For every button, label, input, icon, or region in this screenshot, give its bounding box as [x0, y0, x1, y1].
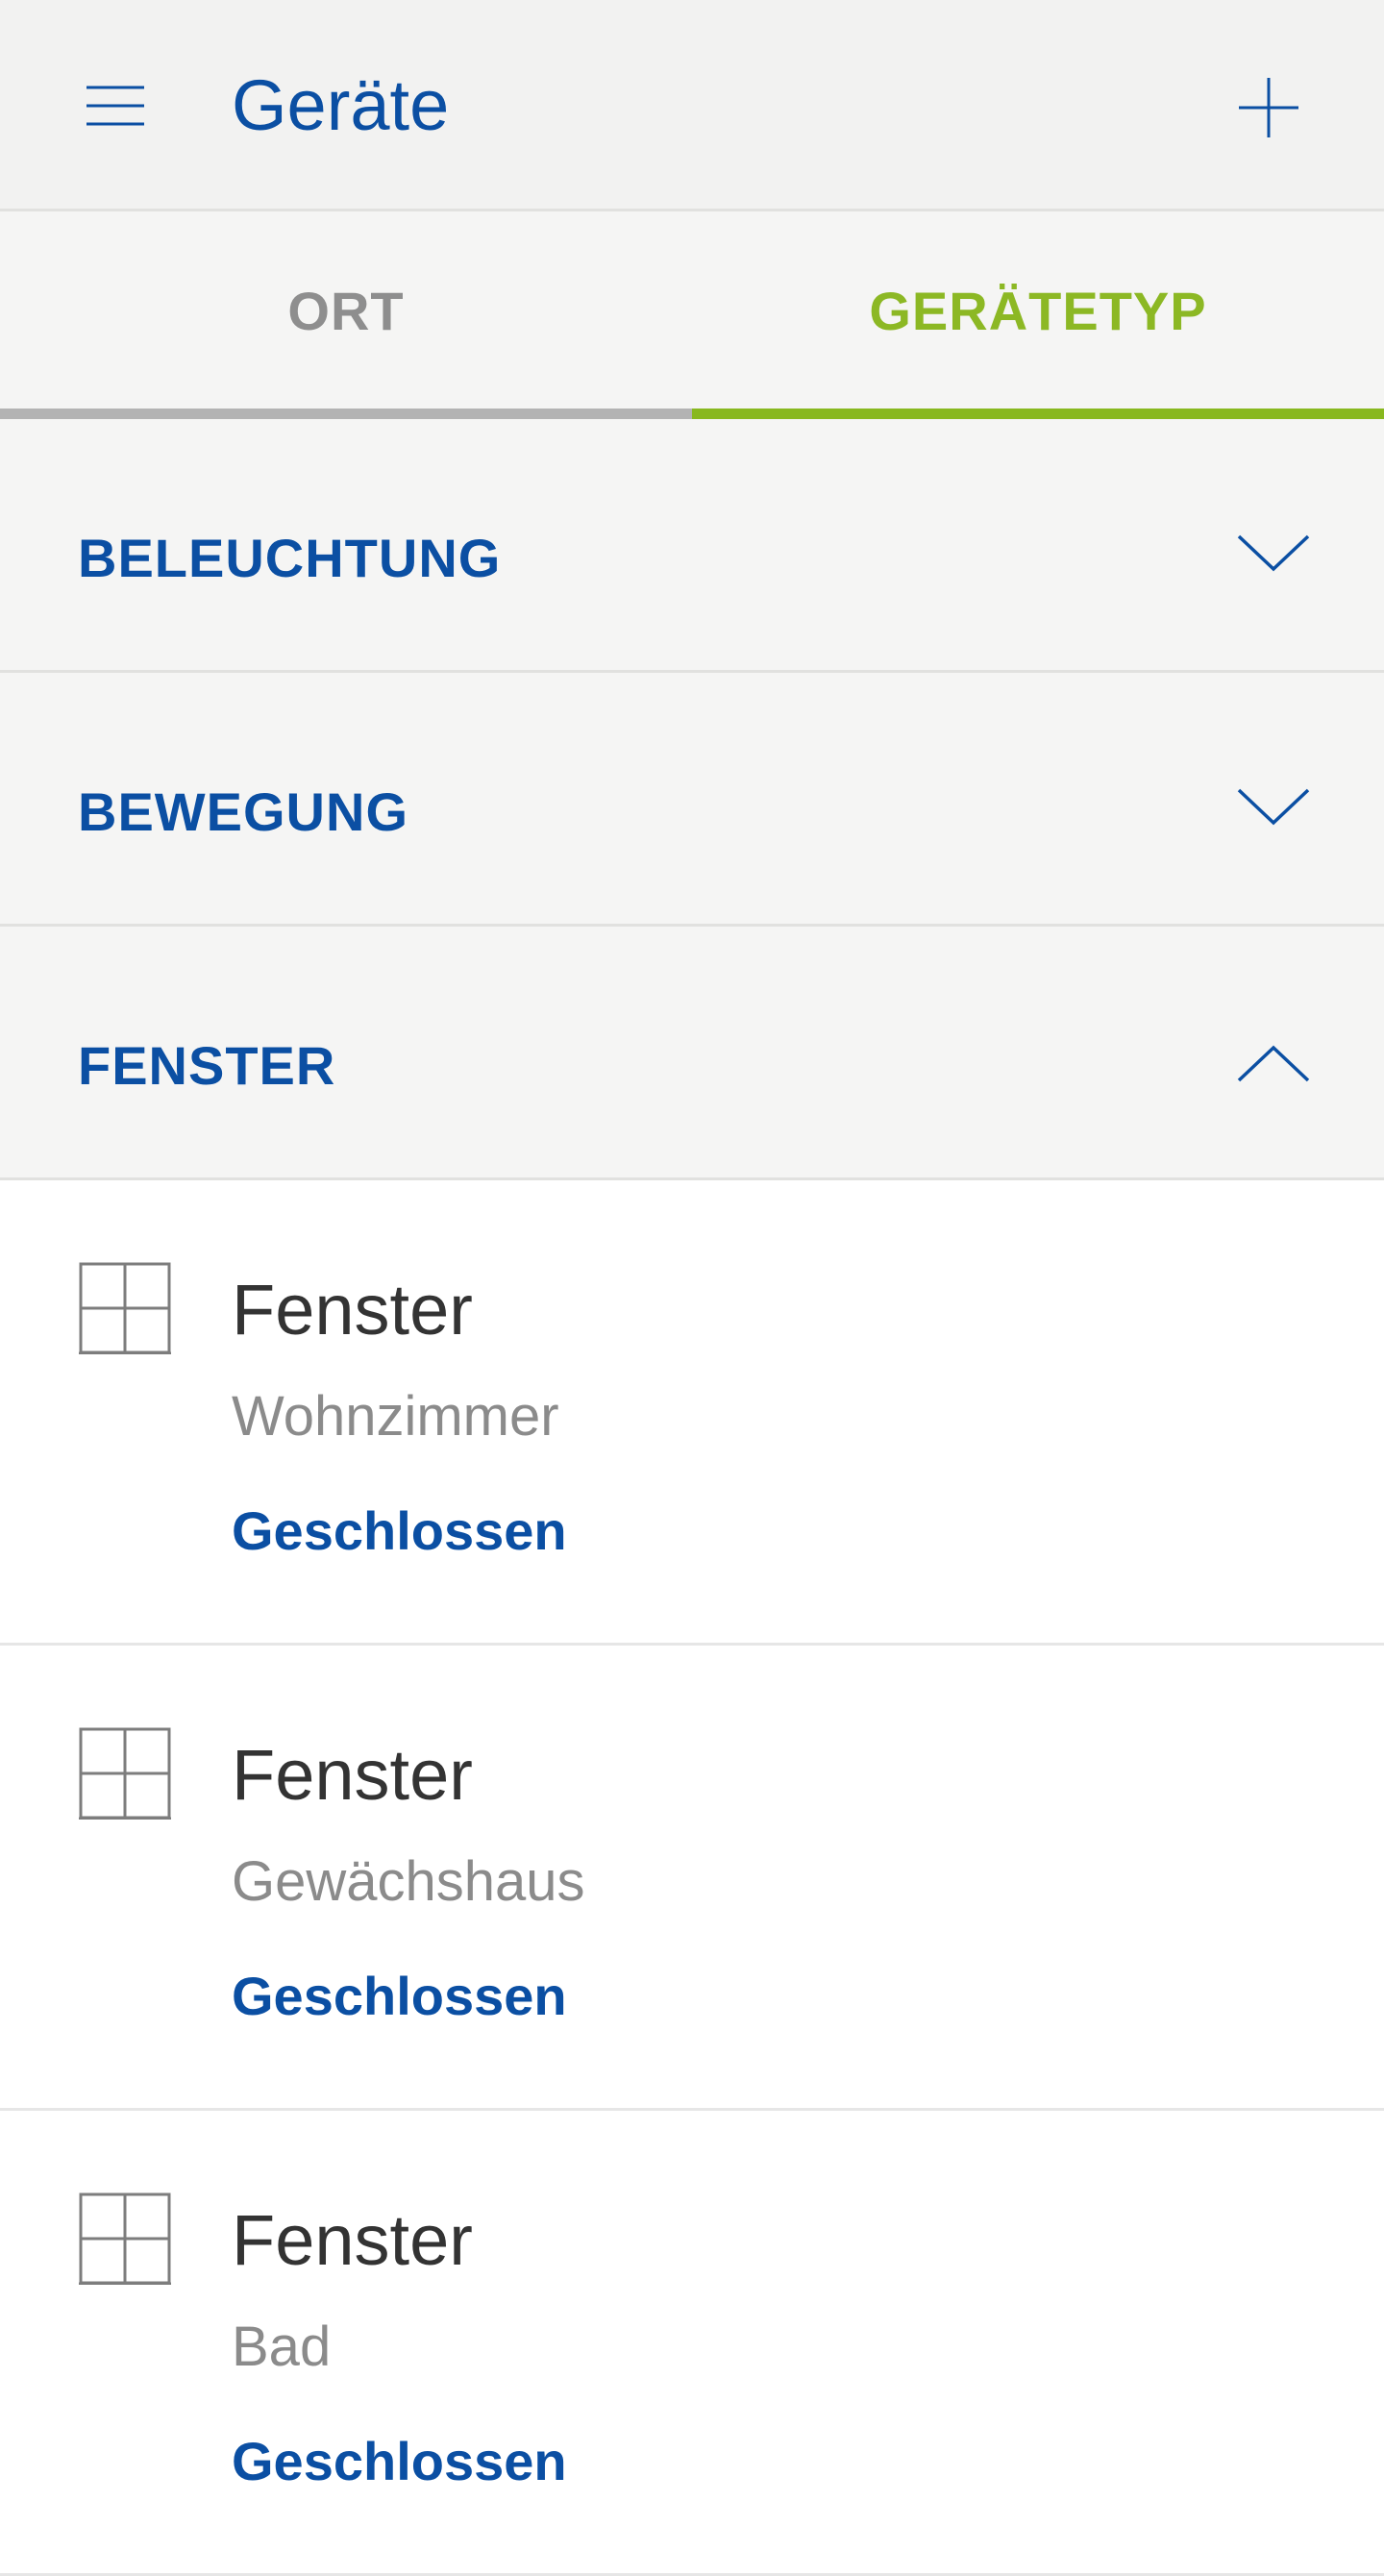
page-title: Geräte — [232, 65, 450, 145]
device-item[interactable]: Fenster Wohnzimmer Geschlossen — [0, 1180, 1384, 1646]
app-bar: Geräte — [0, 0, 1384, 211]
category-bewegung[interactable]: BEWEGUNG — [0, 673, 1384, 927]
tab-geraetetyp-label: GERÄTETYP — [869, 280, 1207, 341]
menu-button[interactable] — [69, 69, 161, 142]
device-room: Gewächshaus — [232, 1850, 585, 1913]
tab-ort-indicator — [0, 409, 692, 419]
tab-ort-label: ORT — [287, 280, 405, 341]
window-icon — [79, 1262, 171, 1354]
device-status: Geschlossen — [232, 1500, 567, 1561]
tab-geraetetyp[interactable]: GERÄTETYP — [692, 211, 1384, 419]
menu-icon — [86, 86, 144, 126]
chevron-down-icon — [1237, 788, 1310, 826]
device-status: Geschlossen — [232, 1966, 567, 2026]
device-room: Wohnzimmer — [232, 1385, 559, 1448]
tab-ort[interactable]: ORT — [0, 211, 692, 419]
window-icon — [79, 1727, 171, 1820]
chevron-up-icon — [1237, 1045, 1310, 1082]
device-status: Geschlossen — [232, 2431, 567, 2491]
category-fenster[interactable]: FENSTER — [0, 927, 1384, 1180]
category-beleuchtung[interactable]: BELEUCHTUNG — [0, 419, 1384, 673]
add-device-button[interactable] — [1221, 60, 1317, 156]
device-name: Fenster — [232, 2200, 473, 2280]
category-label: BEWEGUNG — [78, 781, 408, 842]
window-icon — [79, 2192, 171, 2285]
category-label: BELEUCHTUNG — [78, 528, 502, 588]
device-room: Bad — [232, 2316, 332, 2378]
tab-geraetetyp-indicator — [692, 409, 1384, 419]
device-name: Fenster — [232, 1735, 473, 1815]
device-item[interactable]: Fenster Bad Geschlossen — [0, 2111, 1384, 2576]
tab-bar: ORT GERÄTETYP — [0, 211, 1384, 419]
device-name: Fenster — [232, 1270, 473, 1350]
device-item[interactable]: Fenster Gewächshaus Geschlossen — [0, 1646, 1384, 2111]
category-label: FENSTER — [78, 1035, 336, 1096]
plus-icon — [1239, 78, 1298, 137]
chevron-down-icon — [1237, 534, 1310, 572]
